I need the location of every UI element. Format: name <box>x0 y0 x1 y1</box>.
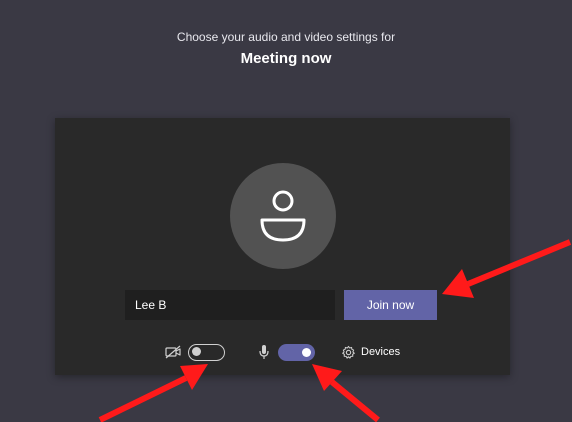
gear-icon <box>342 345 355 359</box>
microphone-toggle-knob <box>302 347 311 357</box>
microphone-icon <box>259 345 269 359</box>
join-now-button[interactable]: Join now <box>344 290 437 320</box>
avatar <box>230 163 336 269</box>
video-preview-card: Join now <box>55 118 510 375</box>
devices-button[interactable]: Devices <box>341 340 400 364</box>
camera-control <box>165 340 225 364</box>
settings-prompt: Choose your audio and video settings for <box>176 30 396 44</box>
camera-toggle-knob <box>192 347 201 356</box>
devices-label: Devices <box>361 346 401 358</box>
person-icon <box>260 190 306 242</box>
microphone-toggle[interactable] <box>278 343 315 361</box>
device-controls: Devices <box>55 340 510 364</box>
name-input[interactable] <box>125 290 335 320</box>
camera-off-icon <box>165 345 181 359</box>
camera-toggle[interactable] <box>188 343 225 361</box>
pre-join-screen: Choose your audio and video settings for… <box>0 0 572 422</box>
meeting-title: Meeting now <box>240 50 332 67</box>
microphone-control <box>258 340 315 364</box>
